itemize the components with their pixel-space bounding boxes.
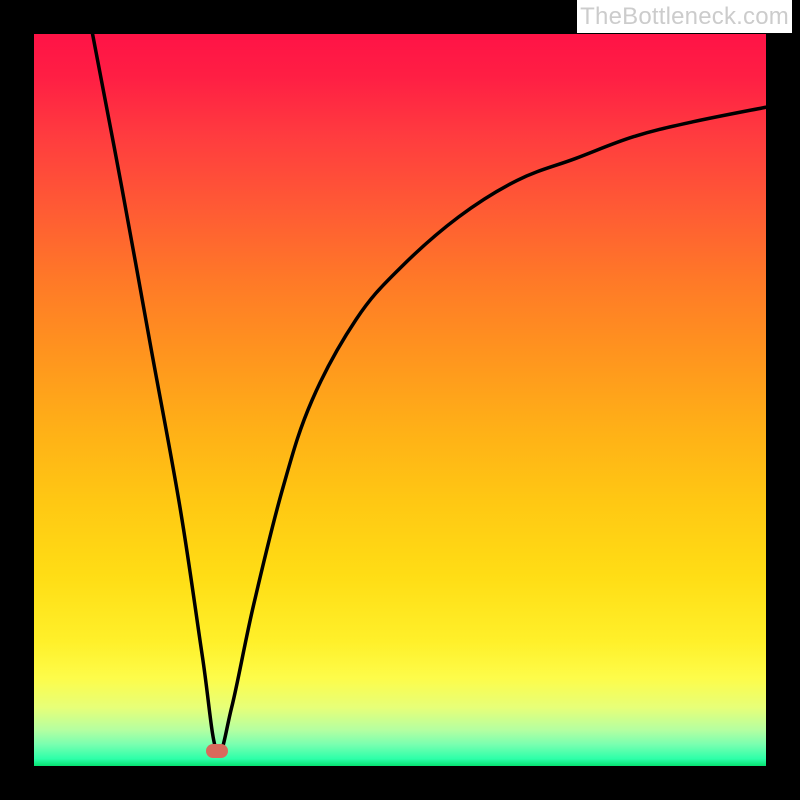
watermark-label: TheBottleneck.com <box>577 0 792 33</box>
plot-area <box>34 34 766 766</box>
bottleneck-curve <box>34 34 766 766</box>
chart-frame: TheBottleneck.com <box>0 0 800 800</box>
minimum-marker <box>206 744 228 758</box>
